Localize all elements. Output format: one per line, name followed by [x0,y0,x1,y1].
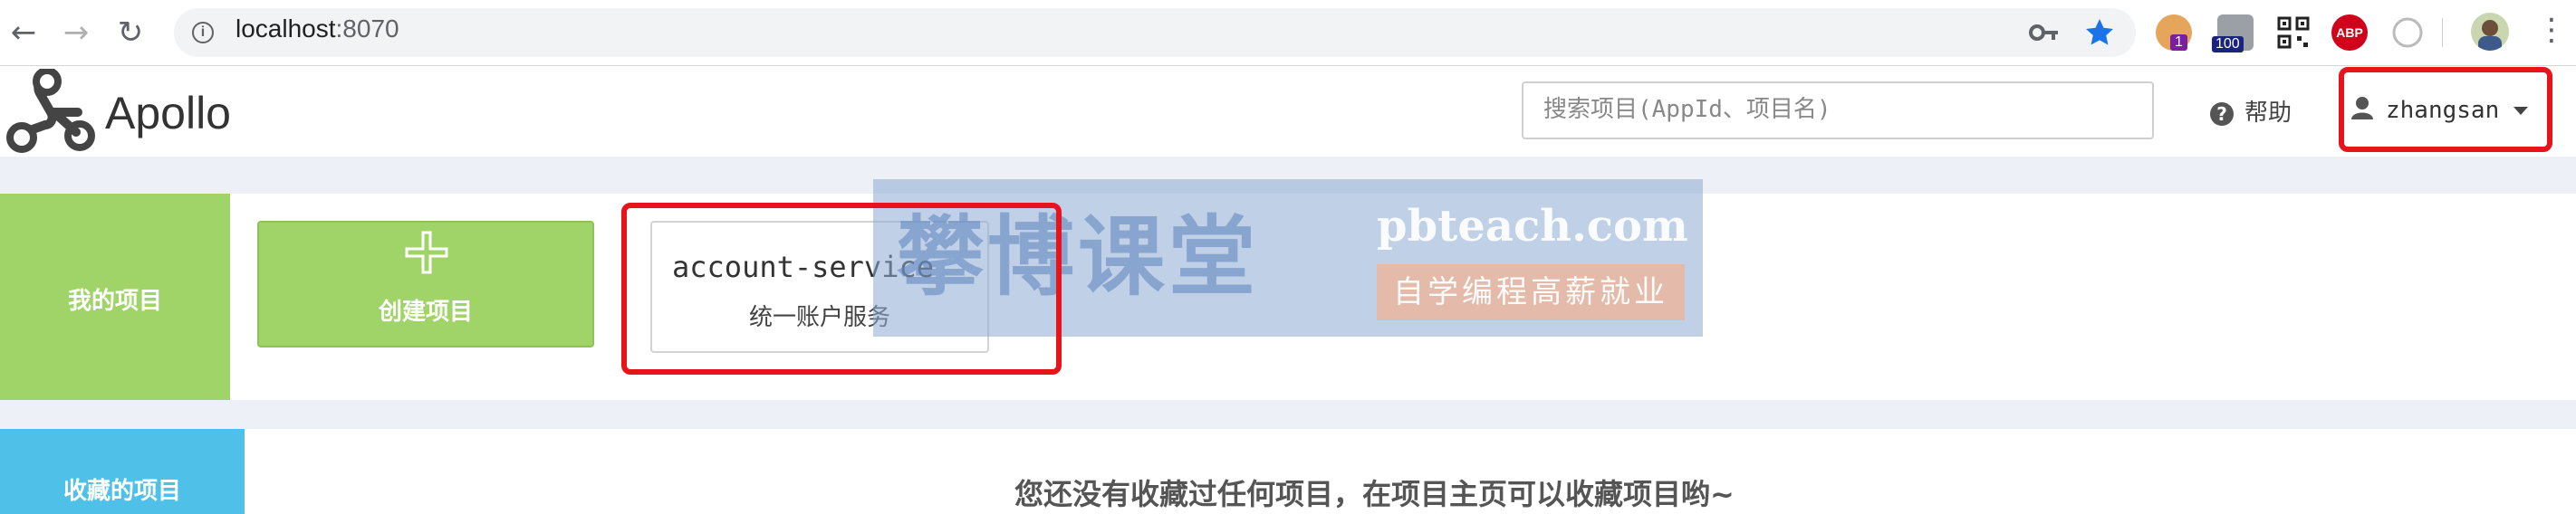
my-projects-tile: 我的项目 [0,194,230,400]
key-icon[interactable] [2029,20,2060,49]
help-label: 帮助 [2244,100,2292,127]
username: zhangsan [2386,97,2500,124]
apollo-logo-icon[interactable] [4,67,98,159]
qr-code-extension-icon[interactable] [2277,16,2310,52]
search-input[interactable] [1523,83,2143,136]
reload-icon[interactable]: ↻ [111,13,150,52]
project-search[interactable] [1522,81,2154,139]
user-icon [2351,96,2373,126]
address-bar[interactable] [174,8,2136,57]
create-project-button[interactable]: 创建项目 [257,221,594,347]
user-menu[interactable]: zhangsan [2351,96,2529,126]
watermark-tag: 自学编程高薪就业 [1377,264,1685,320]
help-link[interactable]: ? 帮助 [2210,94,2292,128]
my-projects-label: 我的项目 [67,288,162,315]
adblock-plus-extension-icon[interactable]: ABP [2331,14,2368,51]
toolbar-divider [2442,18,2443,47]
tab-counter-badge: 100 [2212,36,2244,52]
watermark-en-text: pbteach.com [1377,201,1688,252]
browser-menu-icon[interactable]: ⋮ [2536,14,2567,45]
project-card-highlight [621,203,1062,375]
create-project-label: 创建项目 [378,299,473,326]
forward-icon[interactable]: → [56,13,96,52]
chevron-down-icon [2514,107,2529,115]
compass-extension-icon[interactable] [2391,16,2424,52]
site-info-icon[interactable]: i [192,22,214,43]
plus-icon [404,230,449,279]
watermark-tag-text: 自学编程高薪就业 [1393,274,1668,310]
app-logo-text[interactable]: Apollo [105,87,231,139]
back-icon[interactable]: ← [4,13,43,52]
favorites-tile: 收藏的项目 [0,429,245,514]
favorites-label: 收藏的项目 [62,478,181,505]
question-icon: ? [2210,101,2234,126]
profile-avatar[interactable] [2471,13,2509,51]
favorites-empty-message: 您还没有收藏过任何项目，在项目主页可以收藏项目哟~ [1014,477,1735,511]
bookmark-star-icon[interactable] [2083,16,2116,52]
url-text: localhost:8070 [235,14,399,43]
monkey-badge: 1 [2170,34,2187,51]
app-header [0,66,2576,157]
